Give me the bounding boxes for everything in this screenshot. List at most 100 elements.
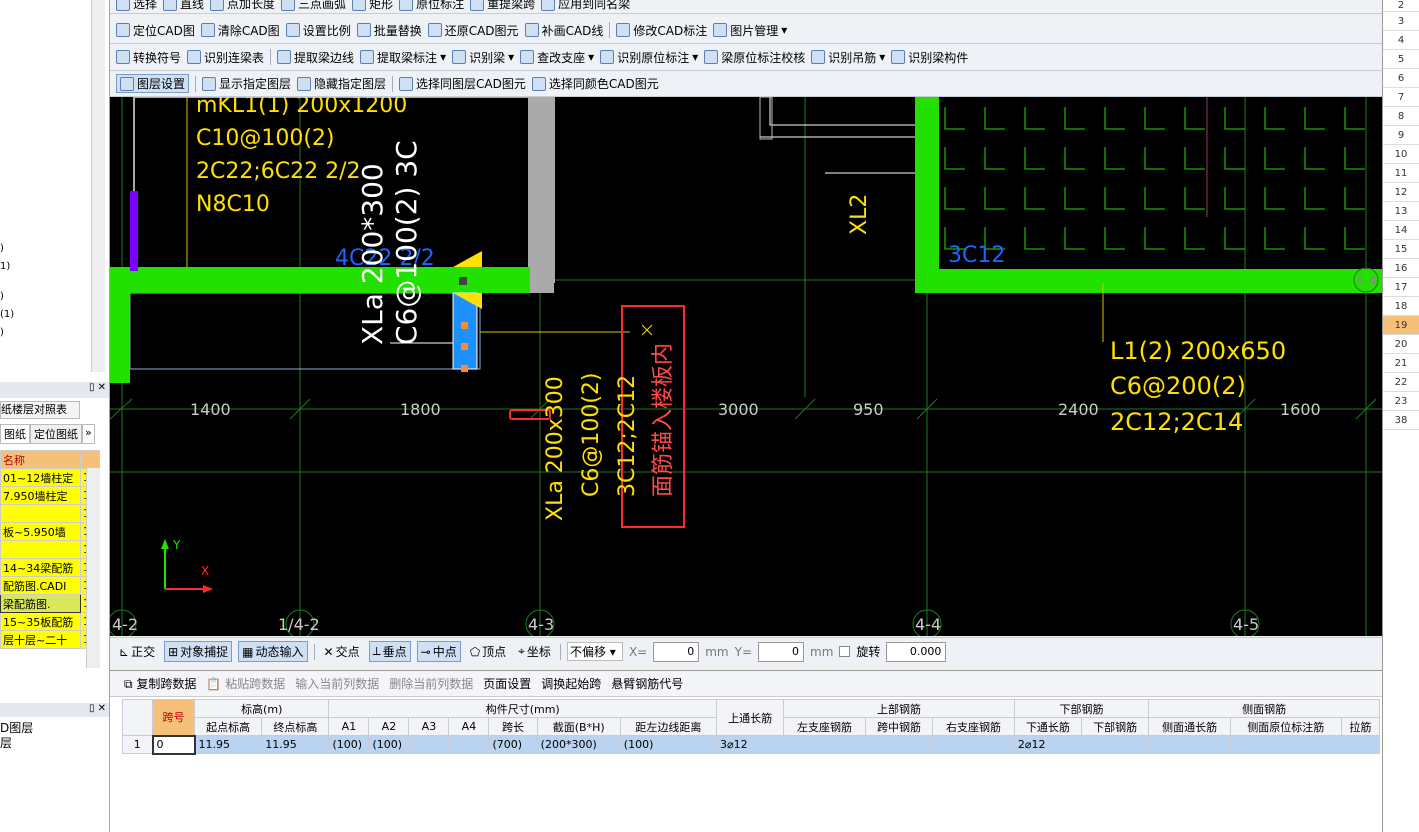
perpendicular-snap[interactable]: ⟂ 垂点 [368, 641, 411, 662]
table-cell[interactable] [1229, 735, 1342, 754]
tab-more[interactable]: » [82, 424, 95, 444]
table-cell[interactable]: 11.95 [193, 735, 263, 754]
recognize-beam-component-button[interactable]: 识别梁构件 [891, 49, 968, 66]
col-header[interactable]: 侧面通长筋 [1148, 717, 1231, 736]
recognize-beam-button[interactable]: 识别梁 ▾ [452, 49, 514, 66]
layer-settings-button[interactable]: 图层设置 [116, 74, 190, 93]
table-cell[interactable] [1340, 735, 1381, 754]
midpoint-snap[interactable]: ⊸ 中点 [416, 641, 461, 662]
list-item[interactable]: 15~35板配筋 [0, 612, 81, 631]
list-item[interactable] [0, 540, 81, 559]
row-number[interactable]: 4 [1383, 31, 1419, 50]
edit-cad-annotation-button[interactable]: 修改CAD标注 [616, 22, 707, 39]
restore-cad-button[interactable]: 还原CAD图元 [427, 22, 519, 39]
col-header[interactable]: A2 [368, 717, 410, 736]
dynamic-input-toggle[interactable]: ▦ 动态输入 [238, 641, 308, 662]
image-manage-button[interactable]: 图片管理 ▾ [713, 22, 787, 39]
tool-arc[interactable]: 三点画弧 [281, 0, 346, 12]
row-number[interactable]: 3 [1383, 12, 1419, 31]
col-header[interactable]: 左支座钢筋 [783, 717, 866, 736]
page-setup-button[interactable]: 页面设置 [483, 675, 531, 692]
cad-canvas[interactable]: mKL1(1) 200x1200 C10@100(2) 2C22;6C22 2/… [110, 97, 1382, 636]
row-number[interactable]: 5 [1383, 50, 1419, 69]
tool-point-length[interactable]: 点加长度 [210, 0, 275, 12]
select-same-layer-button[interactable]: 选择同图层CAD图元 [399, 75, 526, 92]
tab-drawing[interactable]: 图纸 [0, 424, 30, 444]
table-cell[interactable] [408, 735, 450, 754]
layer-item[interactable]: 层 [0, 734, 12, 751]
table-cell[interactable]: 11.95 [261, 735, 330, 754]
row-number[interactable]: 2 [1383, 0, 1419, 12]
clear-cad-button[interactable]: 清除CAD图 [200, 22, 280, 39]
row-number[interactable]: 13 [1383, 202, 1419, 221]
tool-respan[interactable]: 重提梁跨 [470, 0, 535, 12]
swap-start-span-button[interactable]: 调换起始跨 [541, 675, 601, 692]
row-number[interactable]: 11 [1383, 164, 1419, 183]
recognize-hanger-button[interactable]: 识别吊筋 ▾ [811, 49, 885, 66]
row-number[interactable]: 8 [1383, 107, 1419, 126]
paste-span-button[interactable]: 📋 粘贴跨数据 [206, 675, 285, 692]
tool-select[interactable]: 选择 [116, 0, 157, 12]
convert-symbol-button[interactable]: 转换符号 [116, 49, 181, 66]
table-cell[interactable]: (100) [619, 735, 717, 754]
offset-select[interactable]: 不偏移 ▾ [566, 642, 623, 661]
tree-scrollbar[interactable] [91, 0, 105, 372]
table-cell[interactable] [932, 735, 1015, 754]
row-number[interactable]: 12 [1383, 183, 1419, 202]
copy-span-button[interactable]: ⧉ 复制跨数据 [124, 675, 196, 692]
ortho-toggle[interactable]: ⊾ 正交 [116, 642, 158, 661]
tab-locate-drawing[interactable]: 定位图纸 [30, 424, 82, 444]
list-item-selected[interactable]: 梁配筋图. [0, 594, 81, 613]
table-row[interactable]: 1 0 11.95 11.95 (100) (100) (700) (200*3… [122, 734, 1381, 755]
row-number[interactable]: 23 [1383, 392, 1419, 411]
intersection-snap[interactable]: ✕ 交点 [321, 642, 363, 661]
col-header[interactable]: 截面(B*H) [536, 717, 621, 736]
tool-apply-same-name[interactable]: 应用到同名梁 [541, 0, 630, 12]
batch-replace-button[interactable]: 批量替换 [356, 22, 422, 39]
tool-line[interactable]: 直线 [163, 0, 204, 12]
recognize-link-beam-table-button[interactable]: 识别连梁表 [187, 49, 264, 66]
tool-rect[interactable]: 矩形 [352, 0, 393, 12]
table-cell[interactable]: 2⌀12 [1013, 735, 1083, 754]
col-header[interactable]: 距左边线距离 [619, 717, 717, 736]
col-header[interactable]: 下部钢筋 [1081, 717, 1150, 736]
object-snap-toggle[interactable]: ⊞ 对象捕捉 [164, 641, 233, 662]
col-header[interactable]: 右支座钢筋 [932, 717, 1015, 736]
list-item[interactable]: 层十层~二十 [0, 630, 81, 649]
cantilever-code-button[interactable]: 悬臂钢筋代号 [611, 675, 683, 692]
grip-point[interactable] [461, 343, 468, 350]
x-input[interactable]: 0 [653, 641, 700, 662]
row-number[interactable]: 18 [1383, 297, 1419, 316]
row-number[interactable]: 17 [1383, 278, 1419, 297]
row-number[interactable]: 16 [1383, 259, 1419, 278]
col-header[interactable]: 跨长 [488, 717, 538, 736]
col-header[interactable]: 终点标高 [261, 717, 330, 736]
table-cell[interactable] [864, 735, 934, 754]
grip-point[interactable] [461, 365, 468, 372]
rotate-checkbox[interactable] [839, 646, 851, 657]
table-cell[interactable]: (100) [368, 735, 410, 754]
row-number[interactable]: 10 [1383, 145, 1419, 164]
col-header-span[interactable]: 跨号 [152, 699, 195, 736]
table-cell[interactable]: 3⌀12 [715, 735, 785, 754]
table-cell[interactable] [448, 735, 490, 754]
col-header[interactable]: A1 [328, 717, 370, 736]
table-cell[interactable]: (700) [488, 735, 538, 754]
list-item[interactable]: 配筋图.CADI [0, 576, 81, 595]
list-scrollbar[interactable] [86, 468, 100, 668]
col-header[interactable]: A3 [408, 717, 450, 736]
col-header[interactable]: 下通长筋 [1013, 717, 1083, 736]
table-cell[interactable] [1148, 735, 1231, 754]
row-number[interactable]: 6 [1383, 69, 1419, 88]
extract-beam-annotation-button[interactable]: 提取梁标注 ▾ [360, 49, 446, 66]
cad-drawing[interactable]: mKL1(1) 200x1200 C10@100(2) 2C22;6C22 2/… [110, 97, 1382, 636]
row-number[interactable]: 21 [1383, 354, 1419, 373]
table-cell[interactable] [783, 735, 866, 754]
set-scale-button[interactable]: 设置比例 [285, 22, 351, 39]
list-item[interactable]: 7.950墙柱定 [0, 486, 81, 505]
table-cell[interactable]: (100) [328, 735, 370, 754]
y-input[interactable]: 0 [758, 641, 804, 662]
list-item[interactable] [0, 504, 81, 523]
show-layer-button[interactable]: 显示指定图层 [202, 75, 291, 92]
extract-beam-edge-button[interactable]: 提取梁边线 [277, 49, 354, 66]
